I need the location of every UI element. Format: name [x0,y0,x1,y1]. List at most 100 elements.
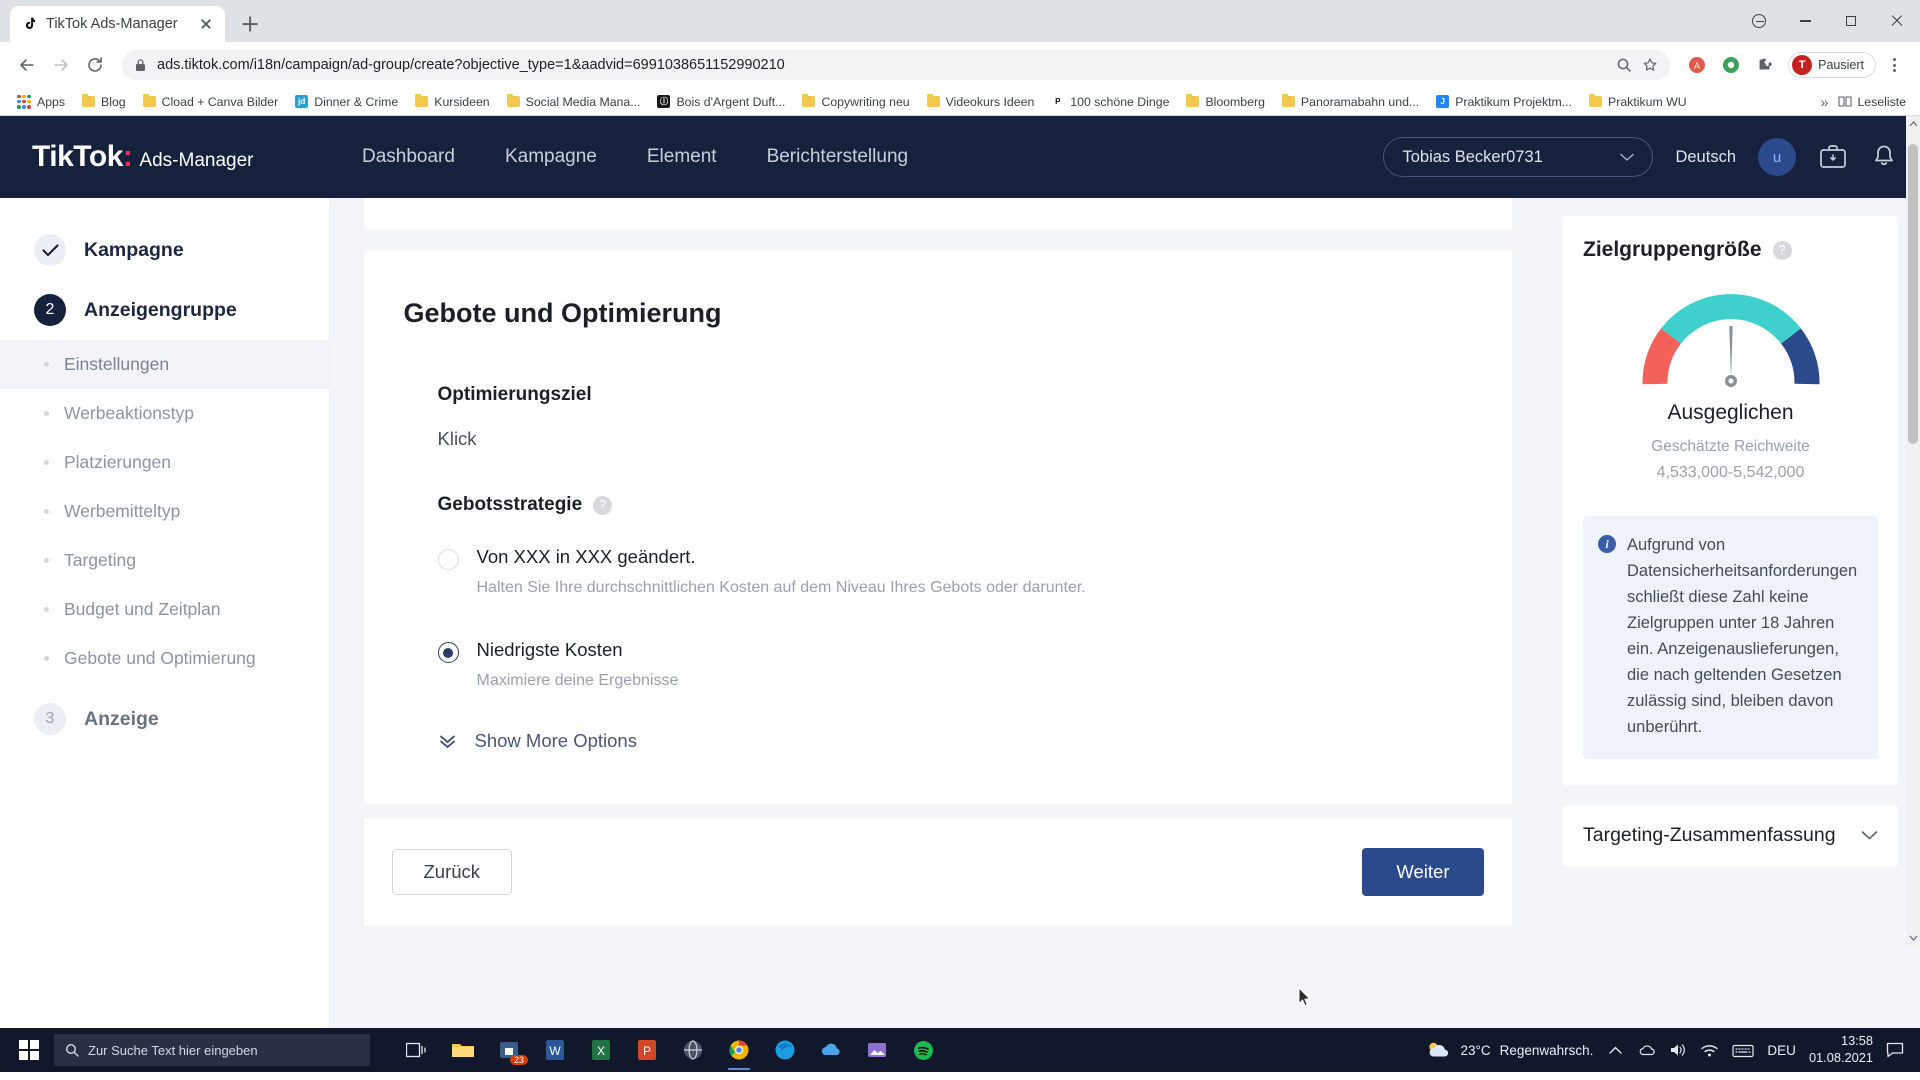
chrome-menu-icon[interactable] [1880,51,1908,79]
bookmark-item[interactable]: Cload + Canva Bilder [136,92,286,112]
bookmark-item[interactable]: Ⓘ Bois d'Argent Duft... [650,92,792,112]
show-more-options-button[interactable]: Show More Options [438,730,1472,752]
tab-close-icon[interactable] [197,15,215,33]
user-avatar[interactable]: u [1758,138,1796,176]
help-icon[interactable]: ? [593,495,613,515]
sidebar-item-targeting[interactable]: Targeting [0,536,329,585]
bookmark-item[interactable]: Blog [75,92,133,112]
radio-button[interactable] [437,549,459,570]
spotify-icon[interactable] [902,1028,944,1072]
wifi-icon[interactable] [1700,1043,1719,1058]
radio-button-selected[interactable] [437,642,459,663]
taskbar-language[interactable]: DEU [1767,1043,1796,1058]
sidebar-step-anzeige[interactable]: 3 Anzeige [0,689,329,749]
onedrive-tray-icon[interactable] [1638,1043,1656,1058]
word-icon[interactable]: W [534,1028,576,1072]
sidebar-item-werbemitteltyp[interactable]: Werbemitteltyp [0,487,329,536]
check-icon [34,234,66,266]
bookmark-item[interactable]: Praktikum WU [1582,92,1694,112]
restore-icon[interactable] [1736,0,1782,42]
extension-green-icon[interactable] [1716,50,1746,80]
taskbar-clock[interactable]: 13:58 01.08.2021 [1809,1033,1873,1067]
powerpoint-icon[interactable]: P [626,1028,668,1072]
sidebar-item-platzierungen[interactable]: Platzierungen [0,438,329,487]
sidebar-item-werbeaktionstyp[interactable]: Werbeaktionstyp [0,389,329,438]
bullet-icon [44,509,49,514]
folder-icon [506,93,520,107]
bookmark-item[interactable]: P 100 schöne Dinge [1044,92,1176,112]
forward-icon[interactable] [46,50,76,80]
browser-globe-icon[interactable] [672,1028,714,1072]
address-bar[interactable]: ads.tiktok.com/i18n/campaign/ad-group/cr… [122,50,1671,80]
excel-icon[interactable]: X [580,1028,622,1072]
sidebar-item-budget-und-zeitplan[interactable]: Budget und Zeitplan [0,585,329,634]
back-icon[interactable] [12,50,42,80]
volume-icon[interactable] [1669,1042,1687,1058]
back-button[interactable]: Zurück [391,849,513,895]
bid-option-cost-cap[interactable]: Von XXX in XXX geändert. Halten Sie Ihre… [437,546,1472,597]
language-selector[interactable]: Deutsch [1675,148,1736,167]
folder-icon [415,93,429,107]
tiktok-logo[interactable]: TikTok: Ads-Manager [32,140,362,174]
account-selector[interactable]: Tobias Becker0731 [1383,137,1654,177]
bookmark-item[interactable]: Kursideen [408,92,496,112]
bookmark-item[interactable]: Apps [10,92,72,112]
nav-dashboard[interactable]: Dashboard [362,146,455,168]
bookmark-label: Praktikum Projektm... [1455,94,1573,109]
svg-text:A: A [1694,61,1700,71]
inbox-briefcase-icon[interactable] [1818,143,1848,171]
nav-element[interactable]: Element [647,146,717,168]
search-icon[interactable] [1616,57,1632,73]
edge-icon[interactable] [764,1028,806,1072]
help-icon[interactable]: ? [1772,240,1792,260]
scroll-down-arrow-icon[interactable] [1906,930,1920,946]
chevron-up-icon[interactable] [1606,1046,1625,1054]
store-icon[interactable]: 23 [488,1028,530,1072]
bookmark-item[interactable]: Copywriting neu [795,92,916,112]
bid-option-lowest-cost[interactable]: Niedrigste Kosten Maximiere deine Ergebn… [437,639,1472,690]
keyboard-icon[interactable] [1732,1043,1755,1058]
chrome-icon[interactable] [718,1028,760,1072]
scrollbar-thumb[interactable] [1908,144,1918,444]
profile-chip[interactable]: T Pausiert [1788,52,1876,78]
nav-kampagne[interactable]: Kampagne [505,146,597,168]
photos-icon[interactable] [856,1028,898,1072]
extensions-puzzle-icon[interactable] [1750,50,1780,80]
windows-start-icon[interactable] [6,1028,52,1072]
file-explorer-icon[interactable] [442,1028,484,1072]
reading-list-icon[interactable]: Leseliste [1838,95,1906,109]
onedrive-icon[interactable] [810,1028,852,1072]
targeting-summary-card[interactable]: Targeting-Zusammenfassung [1563,804,1898,867]
taskbar-search-input[interactable]: Zur Suche Text hier eingeben [54,1034,370,1066]
bookmark-item[interactable]: Panoramabahn und... [1275,92,1426,112]
bell-icon[interactable] [1870,143,1898,171]
next-button[interactable]: Weiter [1362,848,1484,896]
tab-strip: TikTok Ads-Manager [0,0,1920,42]
window-close-icon[interactable] [1874,0,1920,42]
bookmark-item[interactable]: jd Dinner & Crime [288,92,405,112]
sidebar-item-einstellungen[interactable]: Einstellungen [0,340,329,389]
sidebar-step-anzeigengruppe[interactable]: 2 Anzeigengruppe [0,280,329,340]
maximize-icon[interactable] [1828,0,1874,42]
chevron-down-icon[interactable] [1861,830,1878,841]
sidebar-step-kampagne[interactable]: Kampagne [0,220,329,280]
new-tab-button[interactable] [233,7,267,41]
scroll-up-arrow-icon[interactable] [1906,116,1920,132]
bookmark-item[interactable]: Social Media Mana... [500,92,648,112]
page-scrollbar[interactable] [1906,116,1920,946]
nav-berichterstellung[interactable]: Berichterstellung [767,146,909,168]
bookmark-item[interactable]: J Praktikum Projektm... [1429,92,1579,112]
notification-icon[interactable] [1886,1042,1904,1058]
sidebar-item-gebote-und-optimierung[interactable]: Gebote und Optimierung [0,634,329,683]
bookmarks-overflow-icon[interactable]: » [1821,94,1829,110]
weather-widget[interactable]: 23°C Regenwahrsch. [1425,1040,1593,1060]
extension-adblock-icon[interactable]: A [1682,50,1712,80]
task-view-icon[interactable] [396,1028,438,1072]
bookmark-item[interactable]: Bloomberg [1179,92,1271,112]
reload-icon[interactable] [80,50,110,80]
minimize-icon[interactable] [1782,0,1828,42]
window-controls [1736,0,1920,42]
browser-tab[interactable]: TikTok Ads-Manager [10,6,225,42]
bookmark-star-icon[interactable] [1642,57,1658,73]
bookmark-item[interactable]: Videokurs Ideen [920,92,1042,112]
